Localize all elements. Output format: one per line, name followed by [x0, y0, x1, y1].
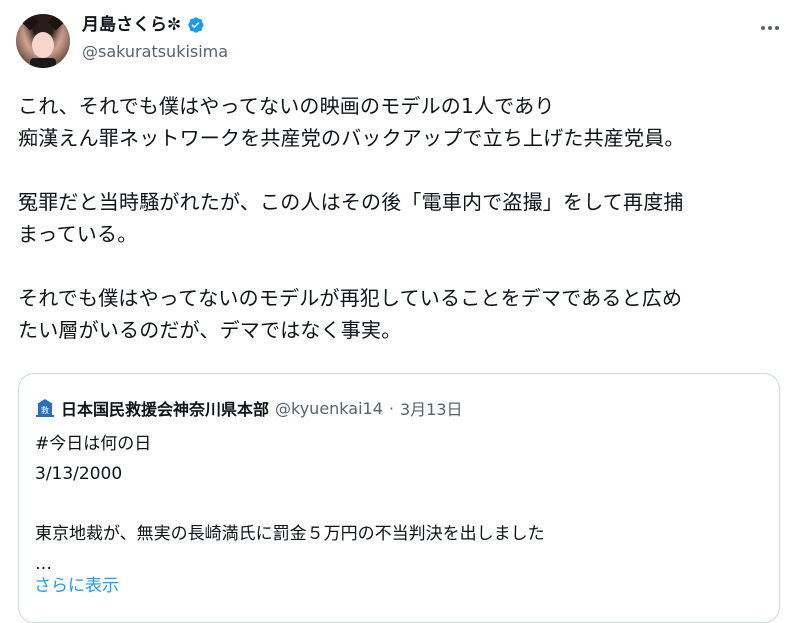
avatar-face — [32, 32, 54, 58]
quoted-separator: · — [388, 398, 394, 418]
author-handle[interactable]: @sakuratsukisima — [82, 42, 228, 62]
more-dot-icon — [775, 26, 779, 30]
show-more-link[interactable]: さらに表示 — [34, 573, 119, 599]
quoted-tweet[interactable]: 救 日本国民救援会神奈川県本部 @kyuenkai14 · 3月13日 #今日は… — [18, 373, 780, 623]
more-options-button[interactable] — [758, 16, 782, 40]
more-dot-icon — [761, 26, 765, 30]
quoted-author-avatar-icon[interactable]: 救 — [35, 398, 55, 418]
quoted-author-handle[interactable]: @kyuenkai14 — [275, 399, 383, 418]
author-avatar[interactable] — [16, 14, 70, 68]
verified-badge-icon — [188, 17, 204, 33]
more-dot-icon — [768, 26, 772, 30]
quoted-tweet-text: #今日は何の日 3/13/2000 東京地裁が、無実の長崎満氏に罰金５万円の不当… — [35, 434, 545, 574]
avatar-collar — [30, 58, 56, 68]
tweet-text: これ、それでも僕はやってないの映画のモデルの1人であり 痴漢えん罪ネットワークを… — [18, 94, 685, 342]
tweet: 月島さくら✼ @sakuratsukisima これ、それでも僕はやってないの映… — [0, 0, 804, 623]
quoted-tweet-header: 救 日本国民救援会神奈川県本部 @kyuenkai14 · 3月13日 — [35, 396, 463, 420]
author-display-name[interactable]: 月島さくら✼ — [82, 14, 181, 36]
quoted-avatar-label: 救 — [41, 405, 49, 415]
quoted-author-name[interactable]: 日本国民救援会神奈川県本部 — [61, 396, 269, 420]
quoted-date[interactable]: 3月13日 — [400, 396, 463, 420]
author-name-row[interactable]: 月島さくら✼ — [82, 12, 205, 38]
